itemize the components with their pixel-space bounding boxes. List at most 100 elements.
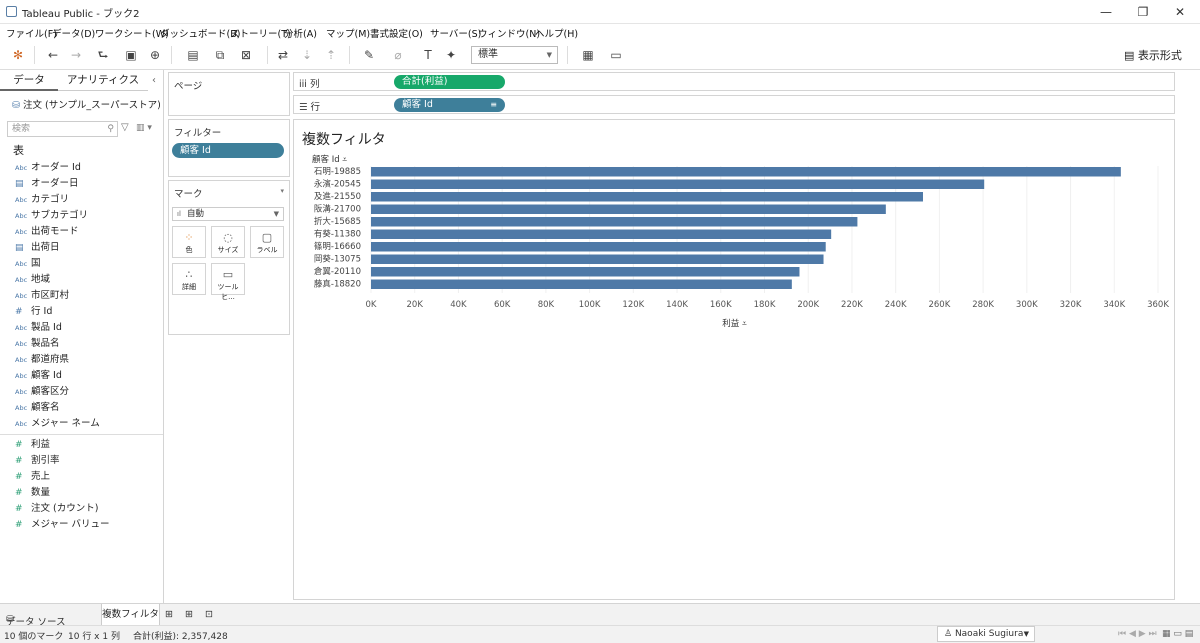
- tab-analytics[interactable]: アナリティクス: [58, 70, 148, 91]
- color-button[interactable]: ⁘ 色: [172, 226, 206, 258]
- category-label[interactable]: 永濱-20545: [314, 179, 361, 190]
- x-axis-label[interactable]: 利益 ⩡: [722, 318, 747, 329]
- menu-file[interactable]: ファイル(F): [6, 26, 57, 40]
- fit-select[interactable]: 標準 ▼: [471, 46, 558, 64]
- dimension-field[interactable]: Abc 製品 Id: [15, 320, 163, 336]
- new-story-icon[interactable]: ⊡: [205, 609, 213, 620]
- dimension-field[interactable]: Abc 都道府県: [15, 352, 163, 368]
- show-me-button[interactable]: ▤ 表示形式: [1124, 47, 1182, 63]
- swap-icon[interactable]: ⇄: [274, 46, 292, 64]
- dimension-field[interactable]: Abc 市区町村: [15, 288, 163, 304]
- pages-card[interactable]: ページ: [168, 72, 290, 116]
- restore-button[interactable]: ❐: [1128, 2, 1158, 22]
- category-label[interactable]: 有葵-11380: [314, 229, 361, 240]
- tooltip-button[interactable]: ▭ ツールヒ...: [211, 263, 245, 301]
- sheet-sorter-icon[interactable]: ▦ ▭ ▤: [1162, 629, 1193, 639]
- measure-field[interactable]: # 注文 (カウント): [15, 501, 163, 517]
- dimension-field[interactable]: Abc 出荷モード: [15, 224, 163, 240]
- bar[interactable]: [371, 254, 824, 265]
- menu-map[interactable]: マップ(M): [326, 26, 370, 40]
- presentation-icon[interactable]: ▭: [607, 46, 625, 64]
- new-dashboard-icon[interactable]: ⊞: [185, 609, 193, 620]
- dimension-field[interactable]: Abc カテゴリ: [15, 192, 163, 208]
- show-labels-icon[interactable]: T: [420, 46, 436, 64]
- columns-shelf[interactable]: iii 列 合計(利益): [293, 72, 1175, 91]
- dimension-field[interactable]: Abc 顧客区分: [15, 384, 163, 400]
- menu-help[interactable]: ヘルプ(H): [535, 26, 578, 40]
- dimension-field[interactable]: Abc サブカテゴリ: [15, 208, 163, 224]
- menu-story[interactable]: ストーリー(T): [230, 26, 291, 40]
- collapse-pane-icon[interactable]: ‹: [152, 75, 156, 86]
- dimension-field[interactable]: Abc 国: [15, 256, 163, 272]
- save-icon[interactable]: ▣: [122, 46, 140, 64]
- bar[interactable]: [371, 279, 792, 290]
- dimension-field[interactable]: Abc オーダー Id: [15, 160, 163, 176]
- columns-pill-sum-profit[interactable]: 合計(利益): [394, 75, 505, 89]
- group-icon[interactable]: ⌀: [388, 46, 408, 64]
- new-worksheet-icon[interactable]: ⊞: [165, 609, 173, 620]
- measure-field[interactable]: # メジャー バリュー: [15, 517, 163, 533]
- size-button[interactable]: ◌ サイズ: [211, 226, 245, 258]
- undo-icon[interactable]: ←: [44, 46, 62, 64]
- search-input[interactable]: 検索 ⚲: [7, 121, 118, 137]
- menu-worksheet[interactable]: ワークシート(W): [95, 26, 169, 40]
- dimension-field[interactable]: ▤ 出荷日: [15, 240, 163, 256]
- row-header[interactable]: 顧客 Id ⩡: [312, 154, 347, 165]
- rows-pill-customer-id[interactable]: 顧客 Id ≡: [394, 98, 505, 112]
- mark-type-select[interactable]: ıl 自動 ▼: [172, 207, 284, 221]
- menu-dashboard[interactable]: ダッシュボード(B): [160, 26, 240, 40]
- bar[interactable]: [371, 192, 923, 202]
- sort-ascending-icon[interactable]: ⇣: [298, 46, 316, 64]
- menu-data[interactable]: データ(D): [52, 26, 95, 40]
- bar[interactable]: [371, 204, 886, 215]
- clear-sheet-icon[interactable]: ⊠: [234, 46, 258, 64]
- bar[interactable]: [371, 267, 800, 277]
- pin-icon[interactable]: ✦: [443, 46, 459, 64]
- rows-shelf[interactable]: ☰ 行 顧客 Id ≡: [293, 95, 1175, 114]
- sheet-nav-icon[interactable]: ⏮ ◀ ▶ ⏭: [1118, 629, 1157, 639]
- category-label[interactable]: 折大-15685: [314, 216, 361, 227]
- minimize-button[interactable]: —: [1091, 2, 1121, 22]
- measure-field[interactable]: # 数量: [15, 485, 163, 501]
- highlight-icon[interactable]: ✎: [358, 46, 380, 64]
- detail-button[interactable]: ∴ 詳細: [172, 263, 206, 295]
- measure-field[interactable]: # 割引率: [15, 453, 163, 469]
- marks-card-menu-icon[interactable]: ▾: [280, 187, 284, 195]
- menu-window[interactable]: ウィンドウ(N): [478, 26, 540, 40]
- sheet-tab[interactable]: 複数フィルタ: [101, 604, 160, 626]
- datasource-item[interactable]: ⛁ 注文 (サンプル_スーパーストア): [12, 97, 161, 111]
- tableau-logo-button-icon[interactable]: ✻: [9, 46, 27, 64]
- filter-fields-icon[interactable]: ▽: [121, 122, 129, 133]
- tab-data[interactable]: データ: [0, 70, 58, 91]
- category-label[interactable]: 及進-21550: [314, 192, 361, 202]
- category-label[interactable]: 倉翼-20110: [314, 266, 361, 277]
- dimension-field[interactable]: Abc 製品名: [15, 336, 163, 352]
- category-label[interactable]: 藤真-18820: [314, 279, 361, 290]
- category-label[interactable]: 石明-19885: [314, 167, 361, 177]
- dimension-field[interactable]: Abc 地域: [15, 272, 163, 288]
- redo-icon[interactable]: →: [67, 46, 85, 64]
- category-label[interactable]: 阪溝-21700: [314, 204, 361, 215]
- bar[interactable]: [371, 217, 858, 227]
- measure-field[interactable]: # 利益: [15, 437, 163, 453]
- new-worksheet-icon[interactable]: ▤: [180, 46, 206, 64]
- bar[interactable]: [371, 167, 1121, 177]
- replace-datasource-icon[interactable]: ⮑: [92, 46, 114, 64]
- dimension-field[interactable]: ▤ オーダー日: [15, 176, 163, 192]
- user-menu[interactable]: ♙ Naoaki Sugiura ▼: [937, 626, 1035, 642]
- menu-server[interactable]: サーバー(S): [430, 26, 481, 40]
- sort-descending-icon[interactable]: ⇡: [322, 46, 340, 64]
- new-datasource-icon[interactable]: ⊕: [146, 46, 164, 64]
- measure-field[interactable]: # 売上: [15, 469, 163, 485]
- dimension-field[interactable]: Abc 顧客 Id: [15, 368, 163, 384]
- dimension-field[interactable]: Abc メジャー ネーム: [15, 416, 163, 432]
- view-options-icon[interactable]: ▥ ▾: [136, 123, 152, 133]
- bar[interactable]: [371, 242, 826, 252]
- category-label[interactable]: 篠明-16660: [314, 241, 361, 252]
- show-cards-icon[interactable]: ▦: [576, 46, 600, 64]
- dimension-field[interactable]: Abc 顧客名: [15, 400, 163, 416]
- dimension-field[interactable]: # 行 Id: [15, 304, 163, 320]
- close-button[interactable]: ✕: [1165, 2, 1195, 22]
- menu-format[interactable]: 書式設定(O): [370, 26, 423, 40]
- menu-analysis[interactable]: 分析(A): [284, 26, 317, 40]
